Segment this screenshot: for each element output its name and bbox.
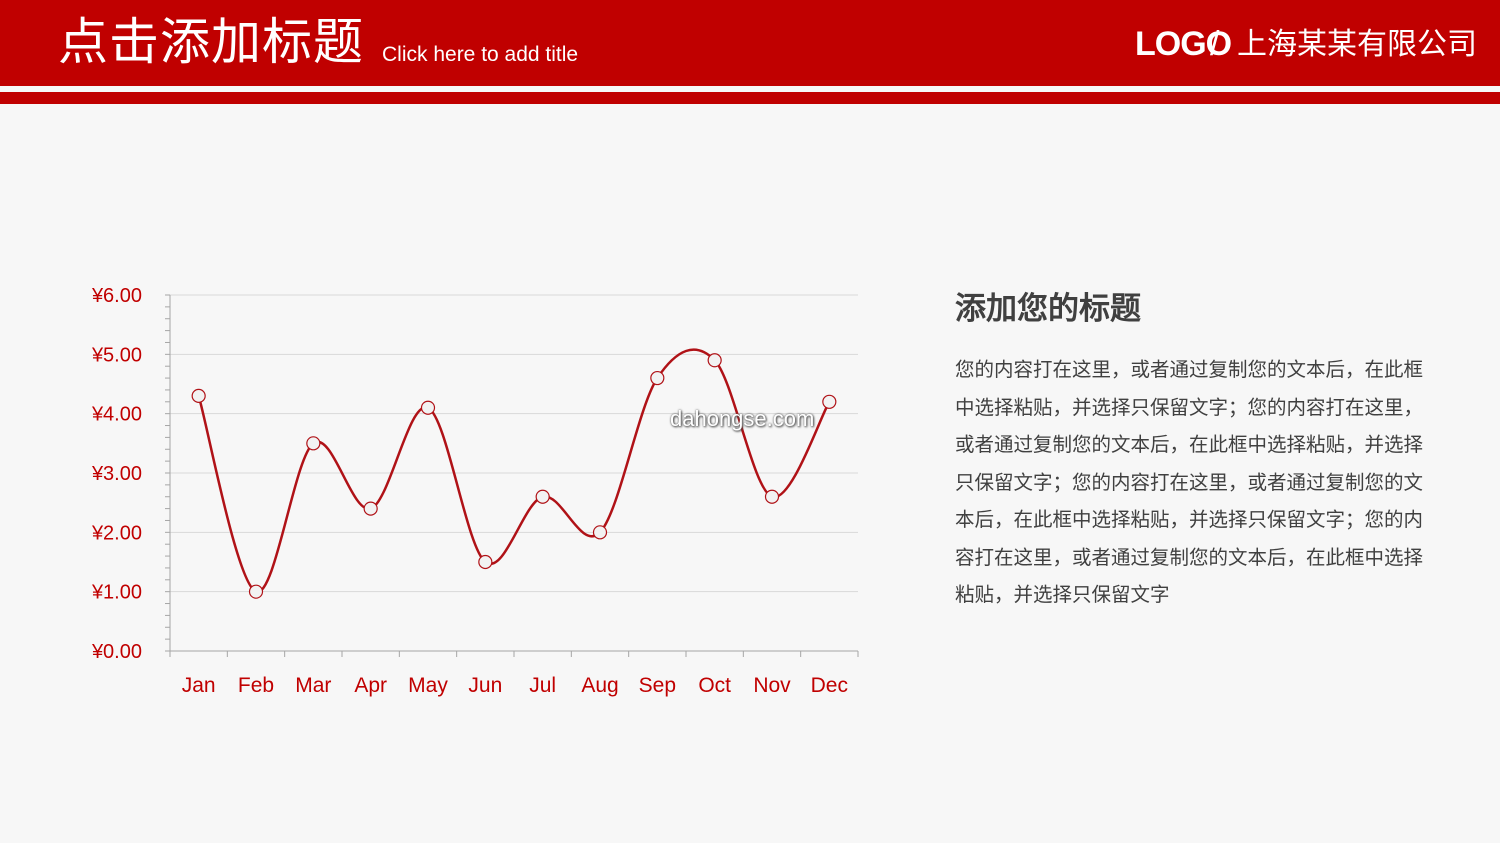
chart-gridlines <box>170 294 858 593</box>
x-tick-label: Apr <box>354 674 387 697</box>
y-tick-labels: ¥0.00 ¥1.00 ¥2.00 ¥3.00 ¥4.00 ¥5.00 ¥6.00 <box>91 285 142 663</box>
y-tick-label: ¥5.00 <box>91 344 142 366</box>
chart-series <box>197 348 831 593</box>
data-point <box>822 394 837 409</box>
y-tick-label: ¥0.00 <box>91 641 142 663</box>
x-tick-label: May <box>408 674 448 697</box>
x-tick-label: Dec <box>811 674 848 697</box>
data-point <box>306 436 321 451</box>
data-point <box>592 525 608 540</box>
data-point <box>248 584 264 599</box>
y-tick-label: ¥6.00 <box>91 285 142 307</box>
y-tick-label: ¥4.00 <box>91 404 142 426</box>
x-tick-label: Jan <box>182 674 216 697</box>
x-tick-label: Aug <box>581 674 618 697</box>
x-tick-label: Jul <box>529 674 556 697</box>
x-tick-label: Mar <box>295 674 331 697</box>
side-heading[interactable]: 添加您的标题 <box>955 288 1141 330</box>
side-body-text[interactable]: 您的内容打在这里，或者通过复制您的文本后，在此框中选择粘贴，并选择只保留文字；您… <box>955 351 1430 614</box>
x-tick-label: Oct <box>698 674 731 697</box>
x-tick-label: Sep <box>639 674 676 697</box>
x-tick-label: Nov <box>753 674 791 697</box>
chart-markers <box>191 353 837 599</box>
data-point <box>535 489 550 504</box>
y-tick-label: ¥3.00 <box>91 463 142 485</box>
data-point <box>191 388 206 403</box>
chart-axes <box>165 294 859 657</box>
data-point <box>650 370 665 386</box>
data-point <box>707 353 722 368</box>
x-tick-label: Jun <box>468 674 502 697</box>
data-point <box>420 400 436 415</box>
series-line <box>197 348 831 593</box>
y-tick-label: ¥2.00 <box>91 522 142 544</box>
watermark: dahongse.com <box>670 406 815 431</box>
data-point <box>764 489 780 504</box>
data-point <box>478 554 493 570</box>
x-tick-label: Feb <box>238 674 274 697</box>
y-tick-label: ¥1.00 <box>91 582 142 604</box>
data-point <box>363 501 378 516</box>
x-tick-labels: Jan Feb Mar Apr May Jun Jul Aug Sep Oct Nov Dec <box>182 674 848 697</box>
